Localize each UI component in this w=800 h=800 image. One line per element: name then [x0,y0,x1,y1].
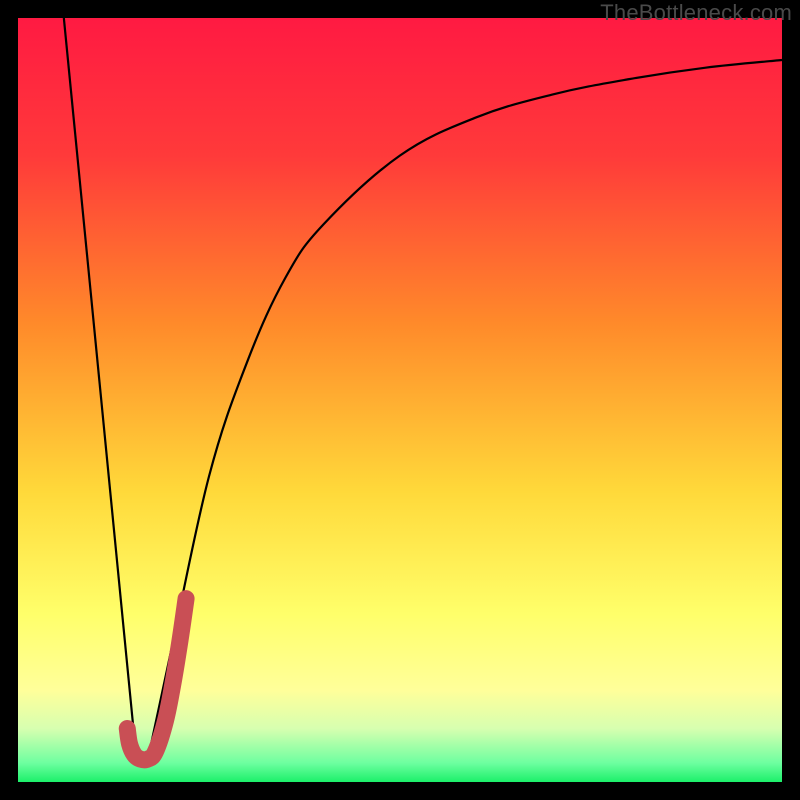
j-mark [127,599,186,760]
chart-frame [18,18,782,782]
right-curve [148,60,782,759]
attribution-text: TheBottleneck.com [600,0,792,26]
curves-layer [18,18,782,782]
left-line [64,18,137,759]
